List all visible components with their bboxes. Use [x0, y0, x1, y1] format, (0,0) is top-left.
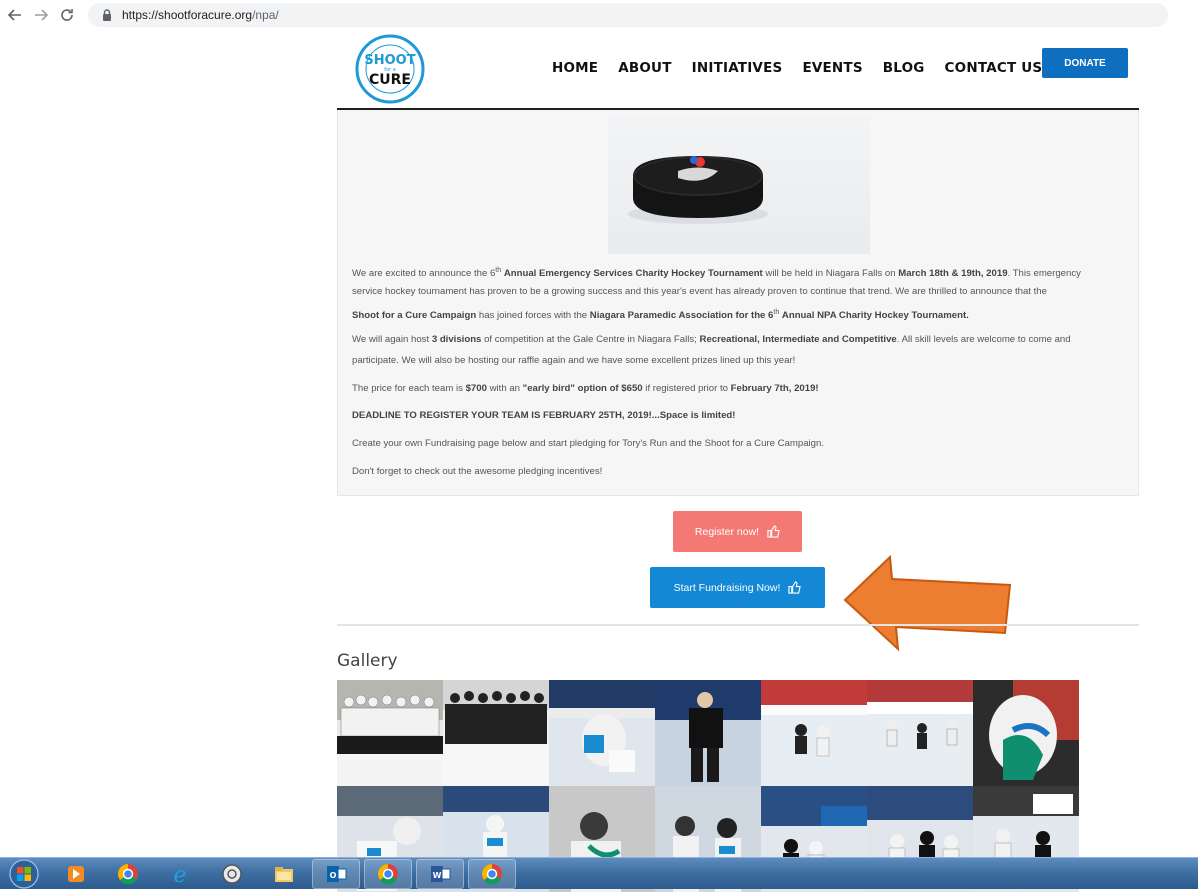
nav-home[interactable]: HOME [552, 60, 598, 76]
media-center-icon[interactable] [208, 859, 256, 889]
register-label: Register now! [694, 525, 760, 538]
nav-contact-us[interactable]: CONTACT US [945, 60, 1043, 76]
windows-taskbar: e O W [0, 857, 1198, 889]
nav-blog[interactable]: BLOG [883, 60, 925, 76]
media-player-icon[interactable] [52, 859, 100, 889]
donate-button[interactable]: DONATE [1042, 48, 1128, 78]
svg-text:W: W [433, 871, 442, 880]
hockey-puck-image [608, 116, 870, 254]
gallery-photo[interactable] [655, 680, 761, 786]
url-path: /npa/ [252, 8, 279, 22]
shoot-for-a-cure-logo[interactable]: SHOOT for a CURE [355, 34, 425, 104]
nav-initiatives[interactable]: INITIATIVES [692, 60, 783, 76]
svg-text:CURE: CURE [369, 72, 411, 88]
fundraise-label: Start Fundraising Now! [673, 581, 781, 594]
gallery-photo[interactable] [337, 680, 443, 786]
svg-text:O: O [330, 871, 337, 880]
gallery-title: Gallery [337, 651, 398, 671]
paragraph-3: Shoot for a Cure Campaign has joined for… [352, 309, 969, 322]
forward-arrow-icon[interactable] [30, 4, 52, 26]
paragraph-4: We will again host 3 divisions of compet… [352, 334, 1071, 345]
chrome-icon[interactable] [104, 859, 152, 889]
gallery-photo[interactable] [761, 680, 867, 786]
browser-toolbar: https://shootforacure.org/npa/ [0, 0, 1198, 30]
thumbs-up-icon [788, 581, 802, 594]
main-nav: HOME ABOUT INITIATIVES EVENTS BLOG CONTA… [552, 60, 1042, 76]
lock-icon [103, 9, 111, 21]
deadline-notice: DEADLINE TO REGISTER YOUR TEAM IS FEBRUA… [352, 410, 736, 421]
windows-start-icon[interactable] [4, 858, 44, 890]
start-fundraising-button[interactable]: Start Fundraising Now! [650, 567, 825, 608]
svg-text:SHOOT: SHOOT [364, 53, 415, 68]
nav-about[interactable]: ABOUT [618, 60, 671, 76]
reload-icon[interactable] [56, 4, 78, 26]
chrome-icon[interactable] [468, 858, 516, 889]
thumbs-up-icon [767, 525, 780, 538]
register-now-button[interactable]: Register now! [673, 511, 802, 552]
gallery-photo[interactable] [549, 680, 655, 786]
gallery-photo[interactable] [973, 680, 1079, 786]
tournament-info-panel: We are excited to announce the 6th Annua… [337, 110, 1139, 496]
outlook-icon[interactable]: O [312, 858, 360, 889]
paragraph-2: service hockey tournament has proven to … [352, 286, 1047, 297]
paragraph-9: Don't forget to check out the awesome pl… [352, 466, 603, 477]
paragraph-5: participate. We will also be hosting our… [352, 355, 796, 366]
word-icon[interactable]: W [416, 858, 464, 889]
url-host: https://shootforacure.org [122, 8, 253, 22]
paragraph-1: We are excited to announce the 6th Annua… [352, 267, 1081, 280]
chrome-icon[interactable] [364, 858, 412, 889]
internet-explorer-icon[interactable]: e [156, 859, 204, 889]
nav-events[interactable]: EVENTS [802, 60, 862, 76]
gallery-photo[interactable] [443, 680, 549, 786]
annotation-arrow-icon [843, 555, 1012, 652]
back-arrow-icon[interactable] [4, 4, 26, 26]
address-bar[interactable]: https://shootforacure.org/npa/ [88, 3, 1168, 27]
svg-text:e: e [173, 863, 186, 885]
site-header: SHOOT for a CURE HOME ABOUT INITIATIVES … [337, 30, 1139, 110]
paragraph-6: The price for each team is $700 with an … [352, 383, 819, 394]
file-explorer-icon[interactable] [260, 859, 308, 889]
paragraph-8: Create your own Fundraising page below a… [352, 438, 825, 449]
gallery-photo[interactable] [867, 680, 973, 786]
section-divider [337, 624, 1139, 626]
